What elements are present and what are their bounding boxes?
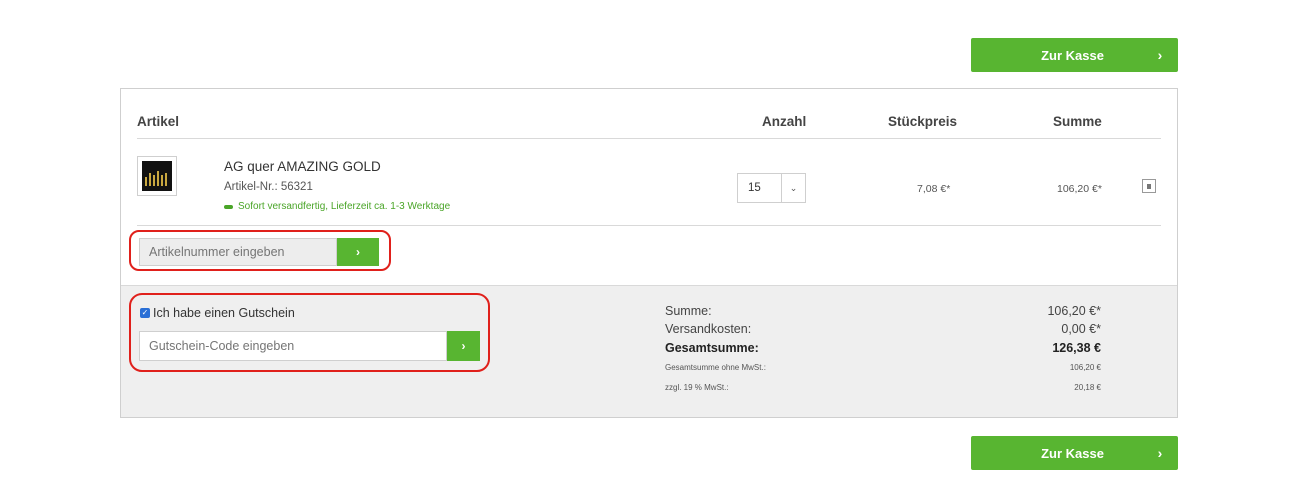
voucher-checkbox-row[interactable]: ✓ Ich habe einen Gutschein bbox=[140, 306, 295, 320]
subtotal-value: 106,20 €* bbox=[1047, 304, 1101, 318]
shipping-info: Sofort versandfertig, Lieferzeit ca. 1-3… bbox=[224, 201, 450, 212]
shipping-cost-value: 0,00 €* bbox=[1061, 322, 1101, 336]
chevron-down-icon: ⌄ bbox=[780, 174, 805, 202]
quantity-select[interactable]: 15 ⌄ bbox=[737, 173, 806, 203]
header-unit-price: Stückpreis bbox=[888, 114, 958, 129]
line-total: 106,20 €* bbox=[1057, 183, 1102, 195]
header-quantity: Anzahl bbox=[762, 114, 807, 129]
net-total-value: 106,20 € bbox=[1069, 363, 1101, 372]
chevron-right-icon: › bbox=[1157, 445, 1163, 461]
vat-label: zzgl. 19 % MwSt.: bbox=[665, 383, 729, 392]
voucher-code-input[interactable] bbox=[139, 331, 447, 361]
voucher-checkbox[interactable]: ✓ bbox=[140, 308, 150, 318]
checkout-button-label: Zur Kasse bbox=[1041, 445, 1104, 461]
summary-panel: ✓ Ich habe einen Gutschein › Summe: 106,… bbox=[121, 285, 1177, 417]
grand-total-value: 126,38 € bbox=[1052, 341, 1101, 355]
cart-item-row: AG quer AMAZING GOLD Artikel-Nr.: 56321 … bbox=[137, 139, 1161, 226]
quantity-value: 15 bbox=[748, 182, 761, 194]
voucher-submit-button[interactable]: › bbox=[447, 331, 480, 361]
unit-price: 7,08 €* bbox=[917, 183, 951, 195]
checkout-button-bottom[interactable]: Zur Kasse › bbox=[971, 436, 1178, 470]
header-article: Artikel bbox=[137, 114, 180, 129]
header-total: Summe bbox=[1053, 114, 1102, 129]
grand-total-label: Gesamtsumme: bbox=[665, 341, 759, 355]
shipping-cost-label: Versandkosten: bbox=[665, 322, 752, 336]
cart-table: Artikel Anzahl Stückpreis Summe AG quer … bbox=[120, 88, 1178, 418]
truck-icon bbox=[224, 204, 233, 209]
checkout-button-label: Zur Kasse bbox=[1041, 47, 1104, 63]
vat-value: 20,18 € bbox=[1074, 383, 1101, 392]
net-total-label: Gesamtsumme ohne MwSt.: bbox=[665, 363, 766, 372]
product-thumbnail[interactable] bbox=[137, 156, 177, 196]
product-article-number: Artikel-Nr.: 56321 bbox=[224, 181, 313, 193]
article-number-entry-highlight: › bbox=[129, 230, 391, 271]
shipping-text: Sofort versandfertig, Lieferzeit ca. 1-3… bbox=[238, 201, 451, 212]
chevron-right-icon: › bbox=[1157, 47, 1163, 63]
checkout-button-top[interactable]: Zur Kasse › bbox=[971, 38, 1178, 72]
voucher-checkbox-label: Ich habe einen Gutschein bbox=[153, 306, 295, 320]
voucher-highlight: ✓ Ich habe einen Gutschein › bbox=[129, 293, 490, 372]
table-header: Artikel Anzahl Stückpreis Summe bbox=[137, 89, 1161, 139]
product-image bbox=[142, 161, 172, 191]
article-number-add-button[interactable]: › bbox=[337, 238, 379, 266]
trash-icon[interactable] bbox=[1142, 179, 1156, 193]
article-number-input[interactable] bbox=[139, 238, 337, 266]
product-name[interactable]: AG quer AMAZING GOLD bbox=[224, 159, 381, 174]
subtotal-label: Summe: bbox=[665, 304, 712, 318]
